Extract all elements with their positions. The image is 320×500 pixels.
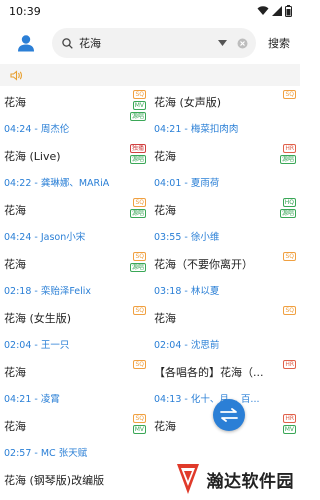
search-box[interactable] — [52, 28, 256, 58]
song-title: 花海 (Live) — [4, 150, 61, 163]
song-list-item[interactable]: 花海 04:24 - Jason小宋 SQ 源唱 — [0, 194, 150, 248]
quality-badge: SQ — [133, 414, 146, 423]
wifi-icon — [257, 6, 269, 15]
watermark: 瀚达软件园 — [173, 462, 295, 496]
song-duration-artist: 04:21 - 梅菜扣肉肉 — [154, 124, 239, 135]
song-title: 花海 — [4, 258, 26, 271]
search-row: 搜索 — [0, 22, 300, 64]
notice-bar — [0, 64, 300, 86]
song-title: 花海 — [4, 366, 26, 379]
quality-badge: 源唱 — [279, 155, 296, 164]
quality-badge: SQ — [283, 306, 296, 315]
song-list-item[interactable]: 花海 (Live) 04:22 - 龚琳娜、MARiA 独播源唱 — [0, 140, 150, 194]
quality-badge: SQ — [133, 90, 146, 99]
quality-badge: 源唱 — [129, 112, 146, 121]
quality-badges: HR 源唱 — [279, 144, 296, 164]
song-list-item[interactable]: 花海 02:18 - 栾贻泽Felix SQ 源唱 — [0, 248, 150, 302]
quality-badge: MV — [132, 101, 146, 110]
quality-badge: HQ — [282, 198, 296, 207]
song-list-item[interactable]: 花海 (钢琴版)改编版 — [0, 464, 150, 500]
quality-badge: SQ — [133, 198, 146, 207]
song-title: 花海 — [154, 204, 176, 217]
quality-badges: HR MV — [282, 414, 296, 434]
song-list-item[interactable]: 花海 (女生版) 02:04 - 王一只 SQ — [0, 302, 150, 356]
song-title: 花海 — [4, 204, 26, 217]
status-bar: 10:39 — [0, 0, 300, 22]
quality-badges: SQ — [283, 252, 296, 261]
quality-badges: 独播 源唱 — [129, 144, 146, 164]
song-list-item[interactable]: 花海（不要你离开） 03:18 - 林以夏 SQ — [150, 248, 300, 302]
switch-fab[interactable] — [213, 399, 245, 431]
song-title: 花海 (女声版) — [154, 96, 222, 109]
song-duration-artist: 04:21 - 凌霄 — [4, 394, 60, 405]
quality-badge: SQ — [133, 306, 146, 315]
song-list-item[interactable]: 花海 03:55 - 徐小维 HQ 源唱 — [150, 194, 300, 248]
song-title: 花海 — [154, 150, 176, 163]
song-title: 花海 (女生版) — [4, 312, 72, 325]
status-icons — [257, 5, 292, 17]
song-grid: 花海 04:24 - 周杰伦 SQ MV 源唱 花海 (女声版) 04:21 - 梅菜扣肉肉… — [0, 86, 300, 500]
quality-badge: 独播 — [129, 144, 146, 153]
song-duration-artist: 03:18 - 林以夏 — [154, 286, 220, 297]
song-duration-artist: 02:04 - 沈思前 — [154, 340, 220, 351]
quality-badge: 源唱 — [129, 209, 146, 218]
song-title: 花海 — [154, 312, 176, 325]
search-source-dropdown[interactable] — [218, 40, 227, 46]
quality-badges: SQ — [283, 90, 296, 99]
quality-badges: SQ MV — [132, 414, 146, 434]
swap-arrows-icon — [220, 408, 238, 422]
song-title: 花海（不要你离开） — [154, 258, 253, 271]
song-duration-artist: 02:18 - 栾贻泽Felix — [4, 286, 92, 297]
song-duration-artist: 02:04 - 王一只 — [4, 340, 70, 351]
quality-badges: SQ 源唱 — [129, 198, 146, 218]
song-duration-artist: 03:55 - 徐小维 — [154, 232, 220, 243]
song-duration-artist: 04:24 - 周杰伦 — [4, 124, 70, 135]
song-duration-artist: 04:24 - Jason小宋 — [4, 232, 86, 243]
quality-badge: SQ — [133, 252, 146, 261]
quality-badge: HR — [283, 360, 296, 369]
quality-badges: SQ 源唱 — [129, 252, 146, 272]
watermark-logo-icon — [176, 464, 199, 494]
quality-badge: 源唱 — [129, 155, 146, 164]
status-time: 10:39 — [9, 4, 41, 18]
watermark-text: 瀚达软件园 — [206, 471, 294, 492]
quality-badge: SQ — [283, 252, 296, 261]
song-list-item[interactable]: 花海 (女声版) 04:21 - 梅菜扣肉肉 SQ — [150, 86, 300, 140]
quality-badge: MV — [132, 425, 146, 434]
quality-badge: SQ — [133, 360, 146, 369]
quality-badge: SQ — [283, 90, 296, 99]
user-profile-icon[interactable] — [12, 29, 40, 57]
quality-badge: 源唱 — [279, 209, 296, 218]
battery-icon — [285, 5, 292, 17]
search-icon — [62, 37, 73, 49]
song-duration-artist: 04:01 - 夏雨荷 — [154, 178, 220, 189]
song-list-item[interactable]: 花海 02:04 - 沈思前 SQ — [150, 302, 300, 356]
song-title: 花海 — [4, 420, 26, 433]
song-title: 花海 (钢琴版)改编版 — [4, 474, 105, 487]
song-title: 花海 — [4, 96, 26, 109]
song-title: 【各唱各的】花海（... — [154, 366, 264, 379]
quality-badge: MV — [282, 425, 296, 434]
song-list-item[interactable]: 花海 02:57 - MC 张天赋 SQ MV — [0, 410, 150, 464]
quality-badge: HR — [283, 144, 296, 153]
speaker-icon — [10, 69, 22, 81]
quality-badges: SQ MV 源唱 — [129, 90, 146, 121]
clear-search-icon[interactable] — [237, 38, 248, 49]
search-input[interactable] — [79, 36, 214, 50]
search-button[interactable]: 搜索 — [268, 35, 290, 51]
quality-badges: HR — [283, 360, 296, 369]
quality-badges: SQ — [283, 306, 296, 315]
song-list-item[interactable]: 花海 04:21 - 凌霄 SQ — [0, 356, 150, 410]
song-duration-artist: 02:57 - MC 张天赋 — [4, 448, 88, 459]
quality-badges: SQ — [133, 360, 146, 369]
quality-badge: HR — [283, 414, 296, 423]
signal-icon — [272, 6, 282, 16]
song-list-item[interactable]: 花海 04:24 - 周杰伦 SQ MV 源唱 — [0, 86, 150, 140]
quality-badges: HQ 源唱 — [279, 198, 296, 218]
quality-badge: 源唱 — [129, 263, 146, 272]
song-list-item[interactable]: 花海 04:01 - 夏雨荷 HR 源唱 — [150, 140, 300, 194]
quality-badges: SQ — [133, 306, 146, 315]
caret-down-icon — [218, 40, 227, 46]
song-duration-artist: 04:22 - 龚琳娜、MARiA — [4, 178, 110, 189]
